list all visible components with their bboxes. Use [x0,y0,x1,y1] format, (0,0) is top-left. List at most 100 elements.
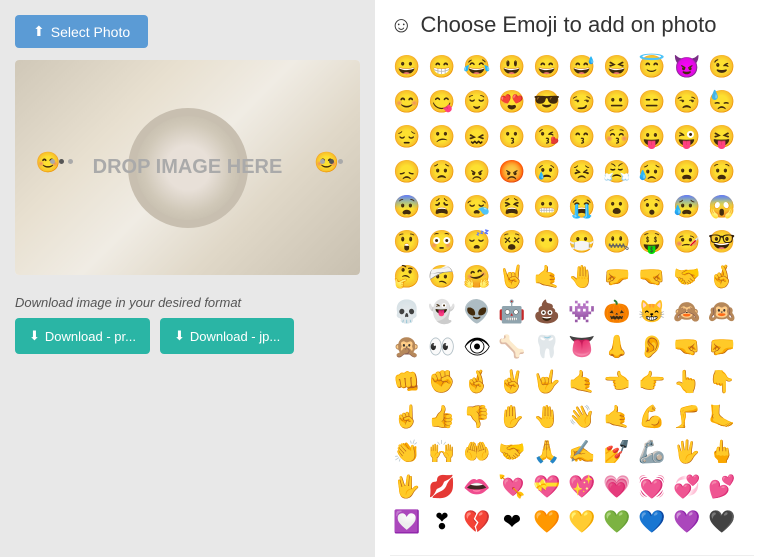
emoji-item[interactable]: 😏 [565,85,599,119]
emoji-item[interactable]: 🤲 [460,435,494,469]
emoji-item[interactable]: 😟 [425,155,459,189]
emoji-item[interactable]: ❤ [495,505,529,539]
emoji-item[interactable]: 🦵 [670,400,704,434]
emoji-item[interactable]: 😬 [530,190,564,224]
emoji-item[interactable]: 💙 [635,505,669,539]
emoji-item[interactable]: 😋 [425,85,459,119]
emoji-item[interactable]: 💋 [425,470,459,504]
emoji-item[interactable]: 😉 [705,50,739,84]
emoji-item[interactable]: 👋 [565,400,599,434]
emoji-item[interactable]: 😨 [390,190,424,224]
emoji-item[interactable]: 😰 [670,190,704,224]
emoji-item[interactable]: 😞 [390,155,424,189]
emoji-item[interactable]: 💓 [635,470,669,504]
emoji-item[interactable]: 🤙 [600,400,634,434]
emoji-item[interactable]: 🤙 [565,365,599,399]
emoji-item[interactable]: 😐 [600,85,634,119]
emoji-item[interactable]: 🤑 [635,225,669,259]
emoji-item[interactable]: 💔 [460,505,494,539]
emoji-item[interactable]: 😭 [565,190,599,224]
emoji-item[interactable]: 👃 [600,330,634,364]
emoji-item[interactable]: 🤚 [530,400,564,434]
emoji-item[interactable]: 😖 [460,120,494,154]
emoji-item[interactable]: 👍 [425,400,459,434]
emoji-item[interactable]: 😠 [460,155,494,189]
emoji-item[interactable]: 💜 [670,505,704,539]
emoji-item[interactable]: 🤞 [705,260,739,294]
emoji-item[interactable]: 👄 [460,470,494,504]
emoji-item[interactable]: 👅 [565,330,599,364]
emoji-item[interactable]: ❣ [425,505,459,539]
emoji-item[interactable]: 😳 [425,225,459,259]
emoji-item[interactable]: 😤 [600,155,634,189]
emoji-item[interactable]: 😴 [460,225,494,259]
emoji-item[interactable]: 👂 [635,330,669,364]
emoji-item[interactable]: 🤜 [670,330,704,364]
drop-zone[interactable]: DROP IMAGE HERE 😊 😊 [15,60,360,275]
emoji-item[interactable]: ✋ [495,400,529,434]
emoji-item[interactable]: 😶 [530,225,564,259]
emoji-item[interactable]: 🤗 [460,260,494,294]
emoji-item[interactable]: 😩 [425,190,459,224]
emoji-item[interactable]: 😛 [635,120,669,154]
emoji-item[interactable]: 😘 [530,120,564,154]
emoji-item[interactable]: 😱 [705,190,739,224]
emoji-item[interactable]: 😅 [565,50,599,84]
emoji-item[interactable]: 🦷 [530,330,564,364]
emoji-item[interactable]: 😊 [390,85,424,119]
emoji-item[interactable]: 🤒 [670,225,704,259]
emoji-item[interactable]: 🙏 [530,435,564,469]
emoji-item[interactable]: 💗 [600,470,634,504]
emoji-item[interactable]: 😪 [460,190,494,224]
emoji-item[interactable]: 😦 [670,155,704,189]
emoji-item[interactable]: 🖤 [705,505,739,539]
emoji-item[interactable]: 😡 [495,155,529,189]
emoji-item[interactable]: 😄 [530,50,564,84]
emoji-item[interactable]: 💩 [530,295,564,329]
emoji-item[interactable]: 😔 [390,120,424,154]
emoji-item[interactable]: 🤙 [530,260,564,294]
emoji-item[interactable]: 😎 [530,85,564,119]
emoji-item[interactable]: 🤞 [460,365,494,399]
emoji-item[interactable]: 🎃 [600,295,634,329]
emoji-item[interactable]: 🙉 [705,295,739,329]
emoji-item[interactable]: 👇 [705,365,739,399]
emoji-item[interactable]: 😂 [460,50,494,84]
emoji-item[interactable]: 😫 [495,190,529,224]
emoji-item[interactable]: 😇 [635,50,669,84]
emoji-item[interactable]: 😲 [390,225,424,259]
emoji-item[interactable]: 💖 [565,470,599,504]
emoji-item[interactable]: 🙈 [670,295,704,329]
emoji-item[interactable]: ✊ [425,365,459,399]
emoji-item[interactable]: 🤓 [705,225,739,259]
emoji-item[interactable]: 🤕 [425,260,459,294]
emoji-item[interactable]: 👁 [460,330,494,364]
emoji-item[interactable]: 👀 [425,330,459,364]
emoji-item[interactable]: 👎 [460,400,494,434]
emoji-item[interactable]: 💚 [600,505,634,539]
emoji-item[interactable]: 💟 [390,505,424,539]
emoji-item[interactable]: 🦾 [635,435,669,469]
emoji-item[interactable]: 😵 [495,225,529,259]
emoji-item[interactable]: 🤚 [565,260,599,294]
emoji-item[interactable]: 😀 [390,50,424,84]
emoji-item[interactable]: 😑 [635,85,669,119]
emoji-item[interactable]: 🦴 [495,330,529,364]
emoji-item[interactable]: 😥 [635,155,669,189]
emoji-item[interactable]: 💞 [670,470,704,504]
emoji-item[interactable]: 🤝 [495,435,529,469]
emoji-item[interactable]: 😈 [670,50,704,84]
emoji-item[interactable]: 🤖 [495,295,529,329]
emoji-item[interactable]: ☝ [390,400,424,434]
emoji-item[interactable]: 😍 [495,85,529,119]
emoji-item[interactable]: 😜 [670,120,704,154]
emoji-item[interactable]: 🦶 [705,400,739,434]
emoji-item[interactable]: 💝 [530,470,564,504]
emoji-item[interactable]: 💅 [600,435,634,469]
emoji-item[interactable]: 😆 [600,50,634,84]
emoji-item[interactable]: 💛 [565,505,599,539]
emoji-item[interactable]: 😌 [460,85,494,119]
emoji-item[interactable]: 😗 [495,120,529,154]
emoji-item[interactable]: 👈 [600,365,634,399]
emoji-item[interactable]: 😷 [565,225,599,259]
